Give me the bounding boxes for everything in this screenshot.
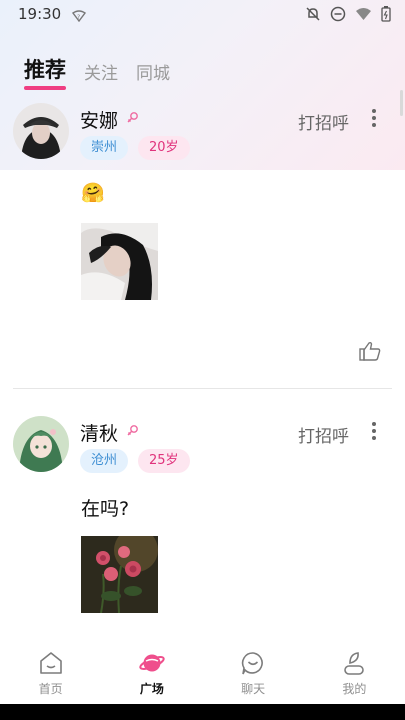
- like-icon[interactable]: [359, 341, 381, 365]
- female-icon: [126, 109, 140, 128]
- active-tab-underline: [24, 86, 66, 90]
- avatar[interactable]: [13, 416, 69, 472]
- age-tag: 20岁: [138, 136, 190, 160]
- user-name[interactable]: 清秋: [80, 419, 118, 446]
- nav-square[interactable]: 广场: [101, 642, 202, 704]
- status-time: 19:30: [18, 5, 62, 23]
- city-tag: 崇州: [80, 136, 129, 160]
- tab-recommend-label: 推荐: [24, 58, 66, 82]
- home-icon: [39, 652, 62, 674]
- chat-icon: [241, 652, 264, 675]
- profile-icon: [344, 652, 365, 675]
- city-tag: 沧州: [80, 449, 129, 473]
- user-tags: 崇州 20岁: [80, 136, 190, 160]
- system-nav-bar: [0, 704, 405, 720]
- tab-following[interactable]: 关注: [84, 59, 118, 84]
- nav-home-label: 首页: [38, 682, 63, 696]
- greet-button[interactable]: 打招呼: [298, 109, 349, 134]
- post-photo[interactable]: [81, 536, 158, 613]
- nav-profile[interactable]: 我的: [304, 642, 405, 704]
- wifi-question-icon: ?: [71, 8, 87, 26]
- post-photo[interactable]: [81, 223, 158, 300]
- nav-home[interactable]: 首页: [0, 642, 101, 704]
- tab-recommend[interactable]: 推荐: [24, 54, 66, 90]
- planet-icon: [139, 654, 165, 672]
- feed-tabs: 推荐 关注 同城: [24, 54, 170, 90]
- user-name[interactable]: 安娜: [80, 106, 118, 133]
- more-options-icon[interactable]: [367, 420, 381, 444]
- user-tags: 沧州 25岁: [80, 449, 190, 473]
- nav-chat[interactable]: 聊天: [203, 642, 304, 704]
- more-options-icon[interactable]: [367, 107, 381, 131]
- status-icons: [305, 6, 391, 22]
- post-text: 🤗: [81, 182, 105, 204]
- greet-button[interactable]: 打招呼: [298, 422, 349, 447]
- dnd-icon: [330, 6, 346, 22]
- wifi-icon: [356, 8, 371, 20]
- scrollbar[interactable]: [400, 90, 403, 116]
- post-text: 在吗?: [81, 498, 130, 520]
- tab-nearby[interactable]: 同城: [136, 59, 170, 84]
- nav-profile-label: 我的: [342, 682, 367, 696]
- female-icon: [126, 422, 140, 441]
- nav-chat-label: 聊天: [241, 682, 266, 696]
- divider: [13, 388, 392, 389]
- bottom-nav: 首页 广场 聊天 我的: [0, 642, 405, 704]
- age-tag: 25岁: [138, 449, 190, 473]
- battery-icon: [381, 6, 391, 22]
- mute-icon: [306, 7, 320, 21]
- status-bar: 19:30 ?: [0, 0, 405, 28]
- svg-text:?: ?: [77, 14, 80, 21]
- avatar[interactable]: [13, 103, 69, 159]
- nav-square-label: 广场: [139, 682, 164, 696]
